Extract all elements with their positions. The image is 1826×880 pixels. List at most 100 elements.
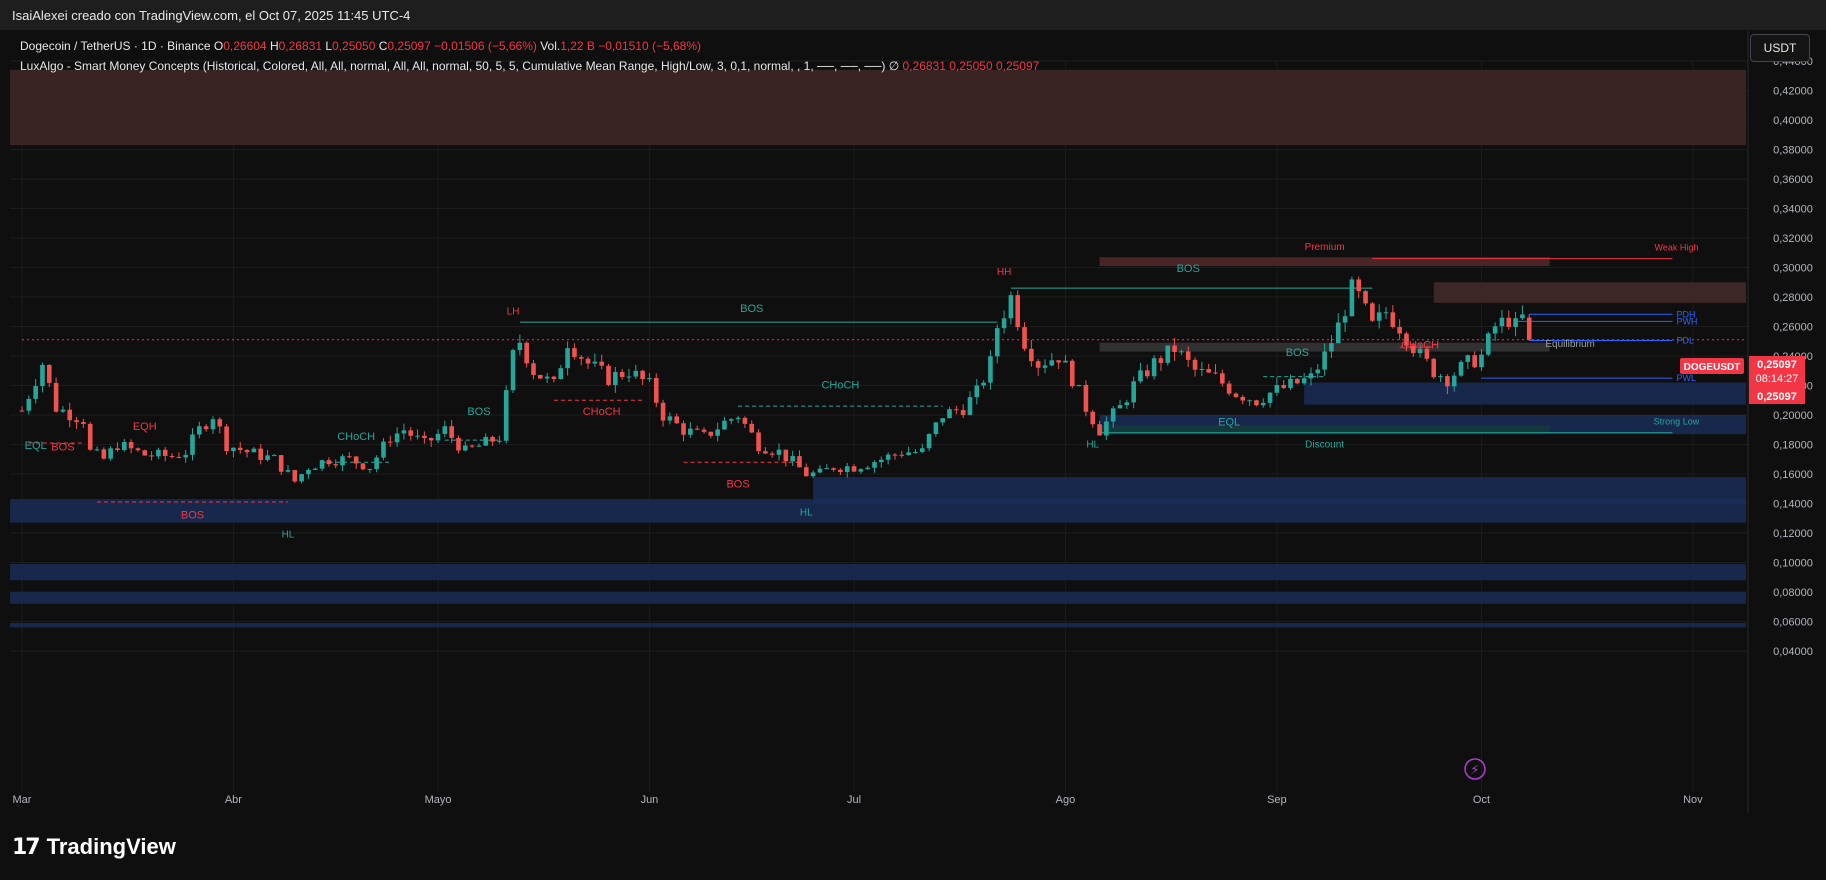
candle-body	[1356, 279, 1362, 292]
candle-body	[81, 422, 86, 424]
candle-body	[906, 452, 911, 456]
level-label: Weak High	[1655, 243, 1699, 253]
zone-demand	[10, 622, 1746, 628]
candle-body	[517, 342, 523, 351]
candle-body	[1063, 360, 1068, 363]
candle-body	[960, 410, 966, 415]
candle-body	[128, 442, 134, 449]
candle-body	[933, 422, 939, 435]
candle-body	[585, 358, 591, 364]
candle-body	[108, 448, 113, 459]
candle-body	[1513, 318, 1518, 327]
candle-body	[210, 419, 216, 430]
price-tag-2-value: 0,25097	[1757, 391, 1797, 403]
structure-annotation: CHoCH	[583, 406, 621, 418]
y-tick-label: 0,36000	[1773, 174, 1813, 186]
candle-body	[67, 409, 73, 421]
structure-annotation: CHoCH	[337, 431, 375, 443]
structure-annotation: Equilibrium	[1545, 339, 1594, 350]
candle-body	[353, 456, 359, 464]
candle-body	[1301, 378, 1307, 384]
price-chart[interactable]: Weak HighPDHPWHPDLPWLStrong LowEQL BOSEQH…	[0, 0, 1826, 813]
candle-body	[19, 410, 25, 412]
candle-body	[592, 361, 598, 364]
candle-body	[599, 361, 604, 366]
structure-annotation: LH	[507, 307, 520, 318]
candle-body	[237, 447, 243, 450]
candle-body	[1165, 345, 1171, 363]
candle-body	[1192, 359, 1198, 370]
candle-body	[538, 374, 543, 379]
candle-body	[844, 466, 850, 473]
y-tick-label: 0,14000	[1773, 499, 1813, 511]
candle-body	[797, 456, 802, 468]
candle-body	[442, 426, 448, 434]
candle-body	[456, 437, 461, 451]
candle-body	[101, 449, 107, 459]
candle-body	[913, 451, 918, 453]
candle-body	[203, 426, 209, 430]
structure-annotation: HH	[997, 267, 1011, 278]
candle-body	[660, 402, 666, 421]
candle-body	[415, 435, 420, 437]
candle-body	[483, 436, 489, 446]
candle-body	[558, 368, 564, 380]
currency-button[interactable]: USDT	[1750, 34, 1810, 62]
structure-annotation: HL	[800, 507, 813, 518]
candle-body	[715, 429, 720, 436]
tradingview-logo-icon: 17	[12, 834, 41, 860]
candle-body	[374, 457, 379, 470]
candle-body	[258, 448, 263, 460]
candle-body	[1376, 312, 1382, 321]
candle-body	[1451, 375, 1457, 387]
candle-body	[647, 378, 652, 380]
candle-body	[360, 463, 366, 470]
structure-annotation: HL	[282, 529, 295, 540]
candle-body	[572, 348, 577, 358]
zone-demand	[10, 563, 1746, 581]
candle-body	[1117, 405, 1123, 409]
candle-body	[1445, 376, 1450, 387]
candle-body	[217, 419, 223, 427]
candle-body	[1185, 351, 1191, 360]
x-tick-label: Sep	[1267, 794, 1287, 806]
y-tick-label: 0,12000	[1773, 528, 1813, 540]
candle-body	[1520, 314, 1525, 319]
candle-body	[919, 448, 925, 452]
candle-body	[306, 469, 311, 475]
candle-body	[742, 417, 748, 424]
footer	[0, 813, 1826, 880]
structure-annotation: BOS	[1177, 263, 1200, 275]
candle-body	[940, 418, 945, 423]
candle-body	[469, 445, 475, 447]
price-tag-countdown: 08:14:27	[1756, 373, 1799, 385]
candle-body	[1472, 355, 1477, 368]
candle-body	[817, 468, 823, 473]
candle-body	[974, 385, 980, 398]
legend-line-2: LuxAlgo - Smart Money Concepts (Historic…	[20, 59, 1040, 73]
candle-body	[1260, 402, 1266, 406]
candle-body	[251, 448, 257, 453]
candle-body	[312, 468, 318, 470]
candle-body	[142, 450, 148, 456]
candle-body	[1465, 355, 1471, 362]
candle-body	[769, 453, 775, 455]
candle-body	[728, 419, 734, 421]
candle-body	[1124, 402, 1130, 406]
candle-body	[1179, 351, 1184, 353]
candle-body	[244, 449, 250, 453]
y-tick-label: 0,16000	[1773, 469, 1813, 481]
candle-body	[681, 423, 686, 435]
candle-body	[1335, 322, 1341, 344]
candle-body	[640, 370, 645, 380]
price-tag-value: 0,25097	[1757, 359, 1797, 371]
candle-body	[1247, 400, 1252, 402]
y-tick-label: 0,34000	[1773, 204, 1813, 216]
candle-body	[776, 449, 782, 455]
candle-body	[1233, 393, 1239, 397]
candle-body	[653, 378, 659, 403]
tradingview-logo[interactable]: 17 TradingView	[12, 834, 176, 860]
structure-annotation: CHoCH	[1401, 340, 1439, 352]
candle-body	[26, 398, 32, 411]
candle-body	[197, 426, 202, 435]
